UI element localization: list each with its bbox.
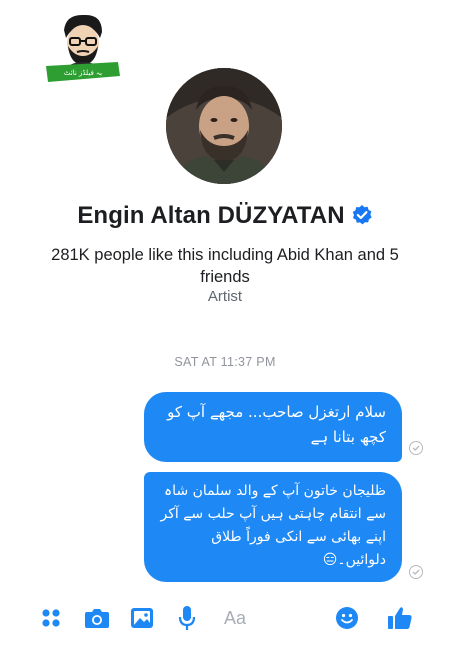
thumbs-up-icon[interactable] xyxy=(384,600,416,636)
page-name-row: Engin Altan DÜZYATAN xyxy=(0,202,450,230)
message-text: ظلیجان خاتون آپ کے والد سلمان شاہ سے انت… xyxy=(160,483,386,568)
logo-text: بہ فیلڈز نائٹ xyxy=(64,69,102,77)
message-text: سلام ارتغزل صاحب... مجھے آپ کو کچھ بتانا… xyxy=(167,403,386,446)
page-category: Artist xyxy=(207,288,243,305)
likes-summary: 281K people like this including Abid Kha… xyxy=(51,246,399,286)
composer-toolbar: Aa xyxy=(0,600,450,640)
sent-check-icon xyxy=(409,565,423,579)
camera-icon[interactable] xyxy=(82,600,112,636)
microphone-icon[interactable] xyxy=(172,600,202,636)
channel-logo: بہ فیلڈز نائٹ xyxy=(44,10,122,86)
gallery-icon[interactable] xyxy=(127,600,157,636)
page-name: Engin Altan DÜZYATAN xyxy=(77,202,345,229)
message-bubble[interactable]: ظلیجان خاتون آپ کے والد سلمان شاہ سے انت… xyxy=(144,472,402,582)
message-timestamp: SAT AT 11:37 PM xyxy=(174,355,276,369)
message-input[interactable]: Aa xyxy=(218,600,252,636)
message-bubble[interactable]: سلام ارتغزل صاحب... مجھے آپ کو کچھ بتانا… xyxy=(144,392,402,462)
more-apps-icon[interactable] xyxy=(36,600,66,636)
sent-check-icon xyxy=(409,441,423,455)
verified-badge-icon xyxy=(351,204,373,226)
emoji-icon[interactable] xyxy=(332,600,362,636)
profile-avatar[interactable] xyxy=(166,68,282,184)
